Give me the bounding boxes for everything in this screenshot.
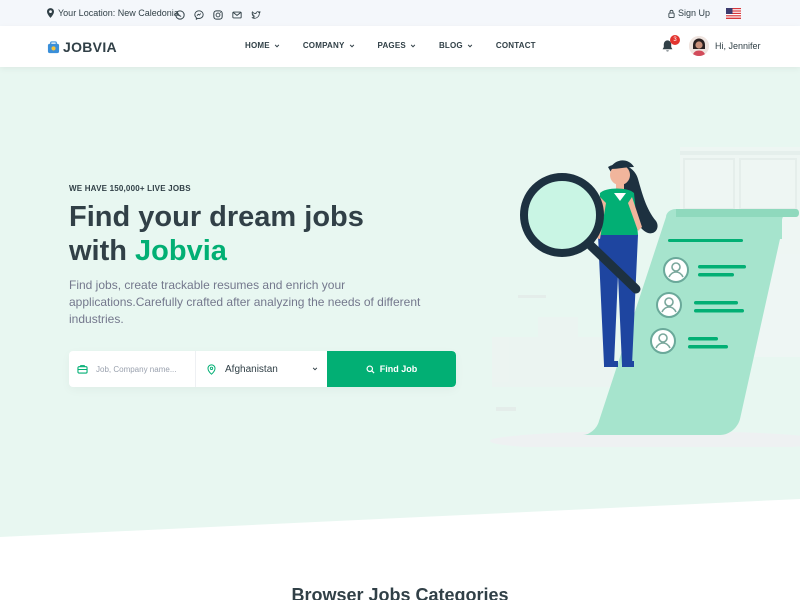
job-search-illustration (490, 147, 800, 447)
nav-item-label: COMPANY (302, 41, 345, 50)
us-flag-icon[interactable] (726, 8, 741, 19)
nav-item-label: CONTACT (495, 41, 536, 50)
user-greeting[interactable]: Hi, Jennifer (715, 41, 761, 51)
nav-item-contact[interactable]: CONTACT (496, 41, 536, 50)
whatsapp-icon[interactable] (175, 7, 185, 20)
hero-kicker: WE HAVE 150,000+ LIVE JOBS (69, 184, 191, 193)
user-avatar-icon (689, 36, 709, 56)
job-search-form: Job, Company name... Afghanistan Find Jo… (69, 351, 456, 387)
sign-up-label: Sign Up (678, 8, 711, 18)
nav-item-home[interactable]: HOME (245, 41, 280, 50)
logo[interactable]: JOBVIA (47, 39, 117, 55)
hero-description: Find jobs, create trackable resumes and … (69, 278, 421, 326)
logo-icon (47, 40, 60, 53)
envelope-icon[interactable] (232, 7, 242, 19)
nav-item-company[interactable]: COMPANY (303, 41, 355, 50)
twitter-icon[interactable] (251, 7, 261, 19)
location-pin-icon (47, 8, 54, 18)
section-title: Browser Jobs Categories (291, 585, 509, 600)
location-label: Your Location: (58, 8, 116, 18)
find-job-button[interactable]: Find Job (327, 351, 456, 387)
find-job-label: Find Job (379, 364, 418, 374)
chevron-down-icon (467, 44, 473, 47)
chevron-down-icon (274, 44, 280, 47)
sign-up-link[interactable]: Sign Up (668, 8, 710, 18)
briefcase-icon (77, 365, 88, 374)
location-select-value: Afghanistan (225, 363, 278, 375)
hero-headline: Find your dream jobs with Jobvia (69, 200, 409, 268)
nav-item-label: BLOG (438, 41, 463, 50)
nav-item-label: PAGES (377, 41, 406, 50)
chevron-down-icon (410, 44, 416, 47)
social-links (175, 7, 261, 20)
nav-item-label: HOME (245, 41, 270, 50)
headline-accent: Jobvia (135, 235, 227, 267)
chevron-down-icon (312, 367, 318, 371)
logo-text: JOBVIA (63, 39, 117, 55)
nav-item-blog[interactable]: BLOG (439, 41, 473, 50)
search-icon (366, 364, 375, 374)
keyword-input[interactable]: Job, Company name... (96, 365, 176, 374)
nav-menu: HOME COMPANY PAGES BLOG CONTACT (245, 41, 536, 50)
headline-line2-prefix: with (69, 235, 136, 267)
headline-line1: Find your dream jobs (69, 201, 364, 233)
location-info: Your Location: New Caledonia (47, 8, 179, 18)
top-bar: Your Location: New Caledonia Sign Up (0, 0, 800, 26)
keyword-field[interactable]: Job, Company name... (69, 351, 196, 387)
notification-badge: 3 (670, 35, 680, 45)
map-pin-icon (207, 363, 216, 375)
location-value[interactable]: New Caledonia (118, 8, 179, 18)
lock-icon (668, 9, 675, 18)
nav-item-pages[interactable]: PAGES (378, 41, 416, 50)
main-navbar: JOBVIA HOME COMPANY PAGES BLOG CONTACT 3 (0, 26, 800, 67)
location-select[interactable]: Afghanistan (196, 351, 327, 387)
instagram-icon[interactable] (213, 7, 223, 20)
chevron-down-icon (349, 44, 354, 47)
hero-section: WE HAVE 150,000+ LIVE JOBS Find your dre… (0, 67, 800, 537)
avatar[interactable] (689, 36, 709, 56)
messenger-icon[interactable] (194, 7, 204, 20)
